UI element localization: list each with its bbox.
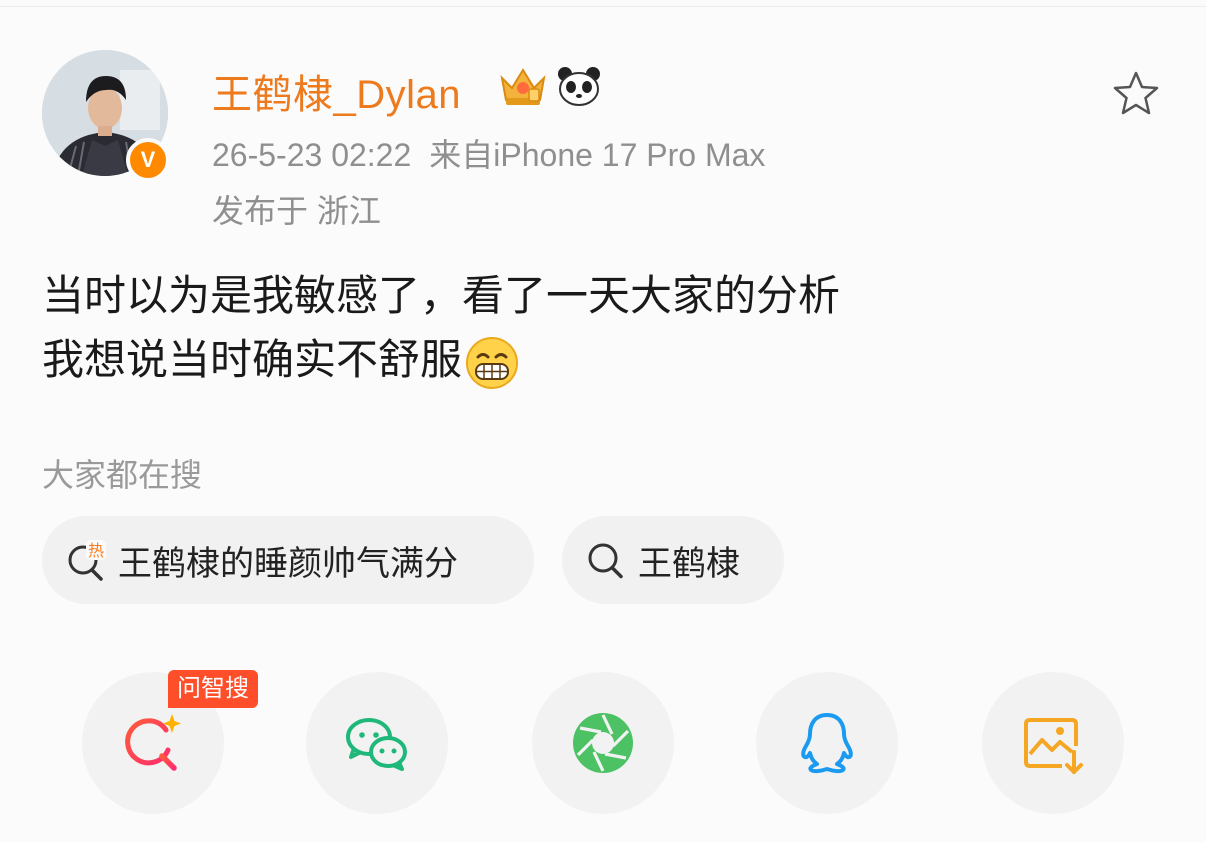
post-text-line-1: 当时以为是我敏感了，看了一天大家的分析 — [42, 272, 841, 319]
search-chip-label: 王鹤棣 — [638, 544, 740, 583]
crown-badge-icon[interactable] — [496, 64, 550, 108]
post-location: 发布于 浙江 — [212, 193, 381, 229]
hot-search-icon: 热 — [68, 540, 106, 581]
verified-badge: V — [126, 138, 170, 182]
panda-badge-icon[interactable] — [555, 64, 603, 108]
post-source: 来自iPhone 17 Pro Max — [429, 137, 766, 173]
post-text-line-2-text: 我想说当时确实不舒服 — [42, 336, 463, 383]
share-wechat-button[interactable] — [306, 672, 448, 814]
qq-icon — [801, 713, 853, 774]
save-image-button[interactable] — [982, 672, 1124, 814]
post-detail-page: V 王鹤棣_Dylan 26-5-23 02:22 来自iPhone 17 Pro… — [0, 0, 1206, 842]
save-image-icon — [1024, 718, 1083, 774]
trending-searches-title: 大家都在搜 — [42, 457, 203, 493]
moments-icon — [573, 713, 633, 773]
post-text-line-2: 我想说当时确实不舒服 — [42, 328, 840, 392]
search-icon — [588, 543, 623, 579]
post-time: 26-5-23 02:22 — [212, 137, 412, 173]
post-content: 当时以为是我敏感了，看了一天大家的分析 我想说当时确实不舒服 — [42, 264, 840, 392]
hot-badge-text: 热 — [88, 541, 104, 560]
share-moments-button[interactable] — [532, 672, 674, 814]
search-chip[interactable]: 王鹤棣 — [562, 516, 784, 604]
top-divider — [0, 6, 1206, 7]
search-chip-hot[interactable]: 热 王鹤棣的睡颜帅气满分 — [42, 516, 534, 604]
ai-search-icon — [125, 714, 181, 771]
search-chip-label: 王鹤棣的睡颜帅气满分 — [118, 544, 458, 583]
grin-emoji-icon — [466, 336, 519, 389]
post-meta: 26-5-23 02:22 来自iPhone 17 Pro Max — [212, 130, 783, 176]
wechat-icon — [346, 718, 407, 771]
author-name[interactable]: 王鹤棣_Dylan — [212, 62, 461, 120]
ai-search-tag: 问智搜 — [168, 670, 258, 708]
share-qq-button[interactable] — [756, 672, 898, 814]
favorite-star-icon[interactable] — [1110, 68, 1162, 120]
